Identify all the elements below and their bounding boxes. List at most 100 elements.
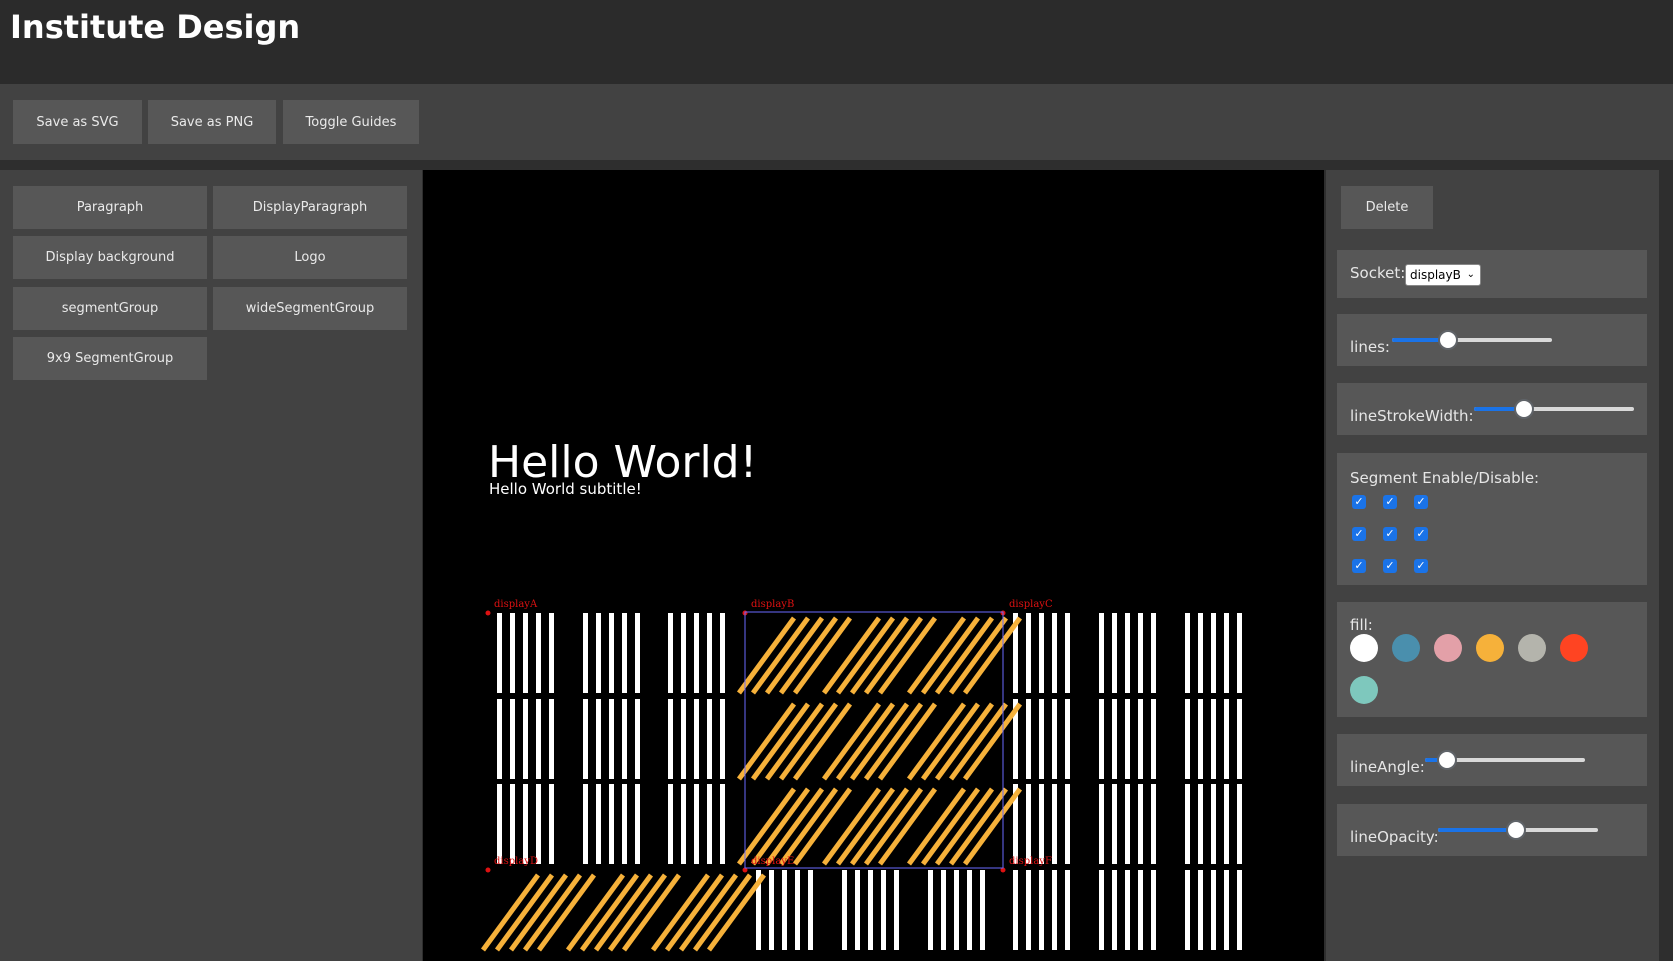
lines-slider-thumb[interactable] [1438,330,1458,350]
canvas-subtitle[interactable]: Hello World subtitle! [489,480,642,498]
segment-checkbox-r3-c3[interactable]: ✓ [1414,559,1428,573]
stripe-segment [1112,784,1117,864]
stripe-segment [1224,784,1229,864]
stripe-segment [1185,784,1190,864]
stripe-segment [549,784,554,864]
segment-checkbox-r2-c3[interactable]: ✓ [1414,527,1428,541]
diagonal-segment [480,873,541,952]
diagonal-segment [536,873,597,952]
stroke-width-slider[interactable] [1474,399,1634,419]
diagonal-segment [692,873,753,952]
stripe-segment [1185,699,1190,779]
design-canvas[interactable]: Hello World! Hello World subtitle! displ… [423,170,1324,961]
fill-swatch-1[interactable] [1350,634,1378,662]
add-segmentgroup-button[interactable]: segmentGroup [13,287,207,330]
canvas-artwork[interactable]: Hello World! Hello World subtitle! displ… [423,170,1324,961]
line-opacity-slider[interactable] [1438,820,1598,840]
socket-dot [485,867,491,873]
diagonal-segment [494,873,555,952]
diagonal-segment [962,616,1023,695]
add-logo-button[interactable]: Logo [213,236,407,279]
add-9x9-segmentgroup-button[interactable]: 9x9 SegmentGroup [13,337,207,380]
fill-swatch-7[interactable] [1350,676,1378,704]
segment-checkbox-r3-c2[interactable]: ✓ [1383,559,1397,573]
lines-slider[interactable] [1392,330,1552,350]
diagonal-segment [877,702,938,781]
fill-swatch-4[interactable] [1476,634,1504,662]
segment-checkbox-r1-c1[interactable]: ✓ [1352,495,1366,509]
fill-swatch-3[interactable] [1434,634,1462,662]
stripe-segment [668,784,673,864]
stripe-segment [1138,699,1143,779]
stripe-segment [497,613,502,693]
line-angle-slider-thumb[interactable] [1437,750,1458,770]
diagonal-segment [863,787,924,866]
socket-control: Socket: displayB ⌄ [1337,250,1647,298]
diagonal-segment [962,702,1023,781]
stripe-segment [1151,613,1156,693]
stripe-segment [681,613,686,693]
stripe-segment [1211,784,1216,864]
diagonal-segment [934,702,995,781]
socket-label: displayB [751,599,794,610]
stripe-segment [622,784,627,864]
app-title: Institute Design [10,8,301,46]
diagonal-segment [934,787,995,866]
stripe-segment [536,784,541,864]
diagonal-segment-groups[interactable] [480,616,1023,952]
stripe-segment [1125,613,1130,693]
save-svg-button[interactable]: Save as SVG [13,100,142,144]
delete-button[interactable]: Delete [1341,186,1433,229]
stripe-segment [1039,784,1044,864]
stripe-segment [967,870,972,950]
stripe-segment [1065,870,1070,950]
stroke-width-slider-thumb[interactable] [1513,399,1534,419]
diagonal-segment [792,702,853,781]
diagonal-segment [948,616,1009,695]
segment-checkbox-r3-c1[interactable]: ✓ [1352,559,1366,573]
diagonal-segment [962,787,1023,866]
stripe-segment [681,784,686,864]
segment-checkbox-r2-c2[interactable]: ✓ [1383,527,1397,541]
diagonal-segment [593,873,654,952]
line-opacity-slider-thumb[interactable] [1506,820,1527,840]
diagonal-segment [778,702,839,781]
toggle-guides-button[interactable]: Toggle Guides [283,100,419,144]
save-png-button[interactable]: Save as PNG [148,100,276,144]
diagonal-segment [607,873,668,952]
diagonal-segment [621,873,682,952]
add-display-background-button[interactable]: Display background [13,236,207,279]
add-paragraph-button[interactable]: Paragraph [13,186,207,229]
diagonal-segment [934,616,995,695]
stripe-segment [1052,699,1057,779]
segment-toggle-control: Segment Enable/Disable: ✓ ✓ ✓ ✓ ✓ ✓ ✓ ✓ ✓ [1337,453,1647,585]
diagonal-segment [508,873,569,952]
stripe-segment [1138,870,1143,950]
stripe-segment-groups[interactable] [497,613,1242,950]
stripe-segment [894,870,899,950]
fill-swatch-5[interactable] [1518,634,1546,662]
socket-select[interactable]: displayB ⌄ [1405,264,1481,286]
add-displayparagraph-button[interactable]: DisplayParagraph [213,186,407,229]
stripe-segment [1224,613,1229,693]
stripe-segment [1039,699,1044,779]
fill-swatch-2[interactable] [1392,634,1420,662]
stripe-segment [609,613,614,693]
add-widesegmentgroup-button[interactable]: wideSegmentGroup [213,287,407,330]
stripe-segment [1112,699,1117,779]
line-angle-slider[interactable] [1425,750,1585,770]
stripe-segment [609,699,614,779]
segment-checkbox-r2-c1[interactable]: ✓ [1352,527,1366,541]
diagonal-segment [835,616,896,695]
segment-checkbox-r1-c3[interactable]: ✓ [1414,495,1428,509]
segment-checkbox-r1-c2[interactable]: ✓ [1383,495,1397,509]
diagonal-segment [522,873,583,952]
line-opacity-slider-fill [1438,828,1517,832]
diagonal-segment [849,787,910,866]
stripe-segment [1026,870,1031,950]
fill-swatch-6[interactable] [1560,634,1588,662]
stripe-segment [497,784,502,864]
diagonal-segment [849,702,910,781]
stripe-segment [596,613,601,693]
diagonal-segment [736,702,797,781]
